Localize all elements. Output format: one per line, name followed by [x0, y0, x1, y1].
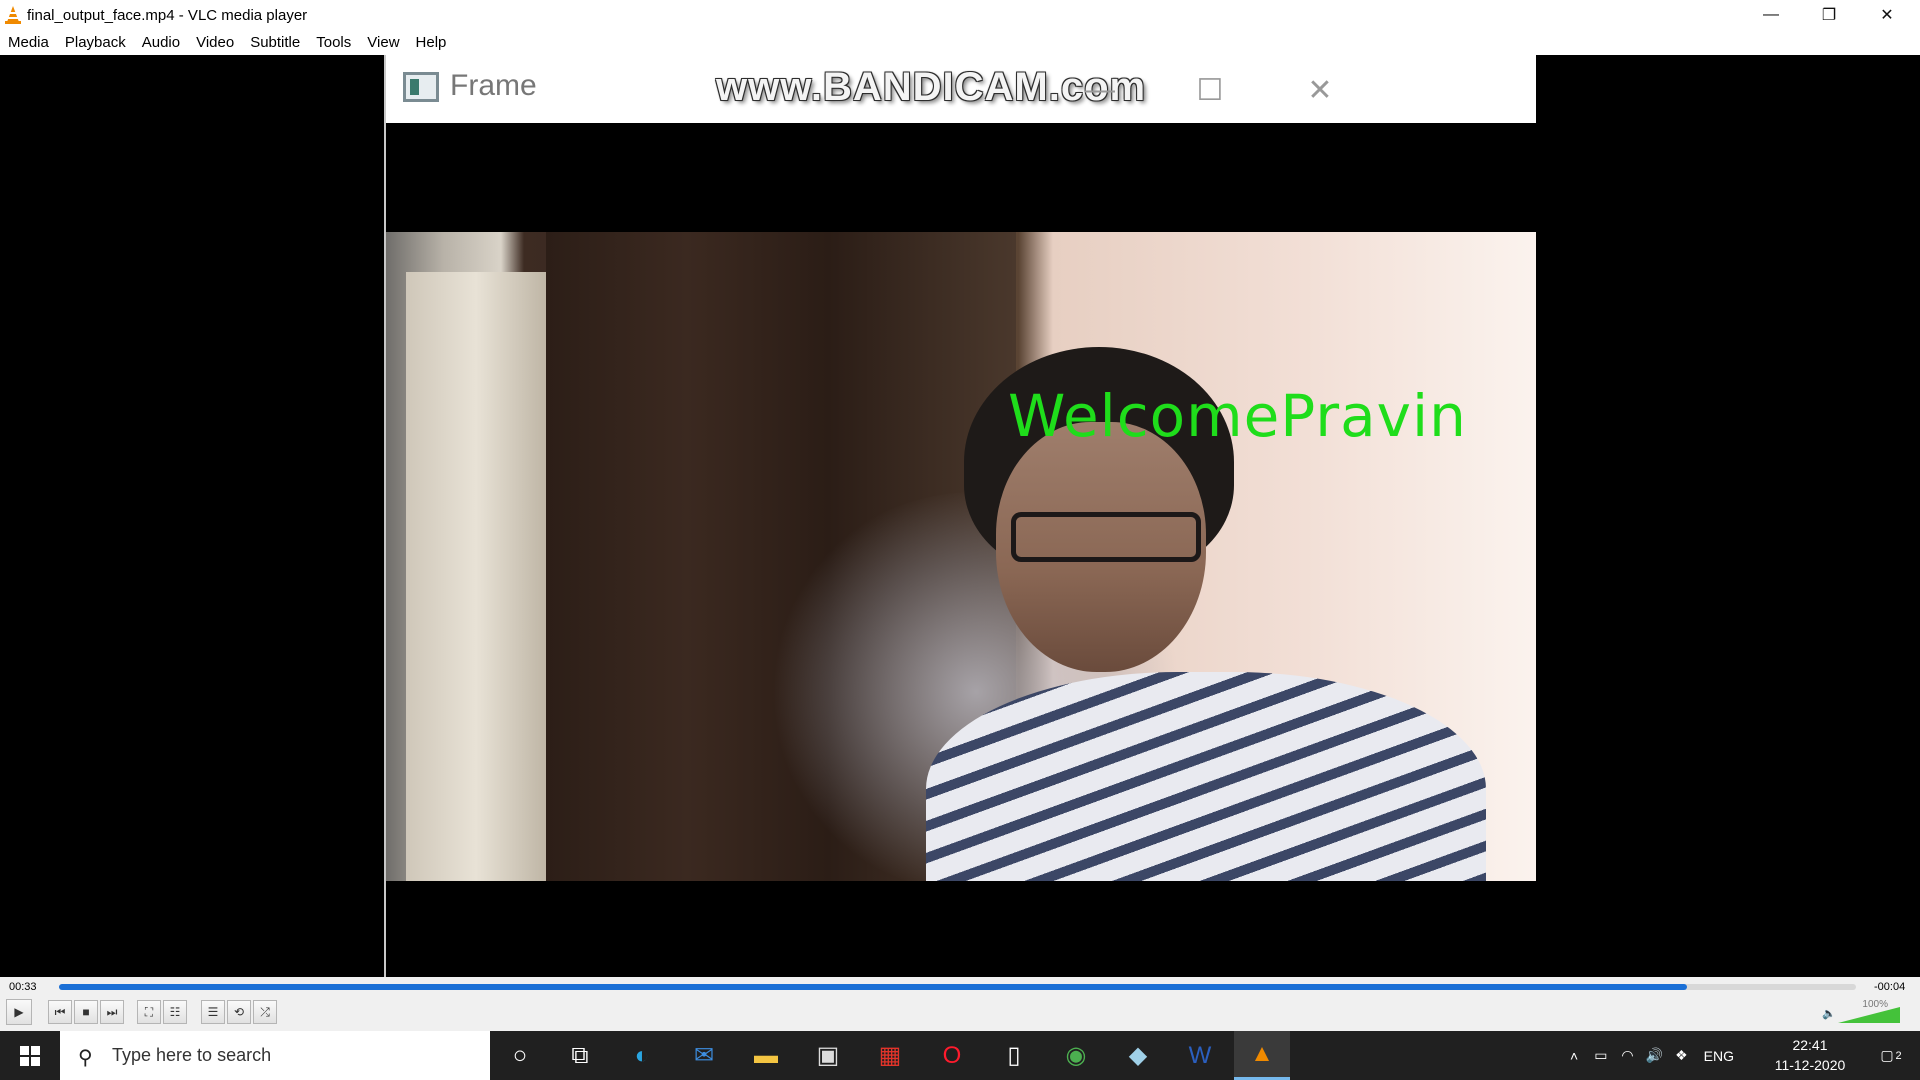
- previous-button[interactable]: ⏮: [48, 1000, 72, 1024]
- loop-button[interactable]: ⟲: [227, 1000, 251, 1024]
- seek-bar[interactable]: [59, 984, 1856, 990]
- frame-close-icon: ✕: [1307, 73, 1333, 107]
- word-icon[interactable]: W: [1172, 1031, 1228, 1080]
- door-frame: [406, 272, 546, 881]
- play-icon: ▶: [14, 1005, 24, 1019]
- fullscreen-icon: ⛶: [144, 1004, 154, 1019]
- elapsed-time: 00:33: [9, 981, 37, 993]
- menu-video[interactable]: Video: [188, 30, 242, 55]
- system-tray: ˄ ▭ ◠ 🔊 ❖ ENG: [1570, 1031, 1734, 1080]
- taskbar-search[interactable]: ⚲ Type here to search: [60, 1031, 490, 1080]
- menu-media[interactable]: Media: [0, 30, 57, 55]
- menu-audio[interactable]: Audio: [134, 30, 188, 55]
- language-indicator[interactable]: ENG: [1704, 1048, 1734, 1064]
- volume-slider[interactable]: 🔈 100%: [1822, 999, 1908, 1025]
- menu-bar: Media Playback Audio Video Subtitle Tool…: [0, 30, 1920, 55]
- playback-controls: 00:33 -00:04 ▶ ⏮ ■ ⏭ ⛶ ☷ ☰ ⟲ ⤮ 🔈 100%: [0, 977, 1920, 1031]
- volume-tray-icon[interactable]: 🔊: [1646, 1047, 1663, 1064]
- close-button[interactable]: ✕: [1858, 0, 1916, 30]
- dropbox-icon[interactable]: ❖: [1675, 1047, 1688, 1064]
- frame-title-bar: Frame www.BANDICAM.com — ☐ ✕: [386, 55, 1536, 123]
- file-explorer-icon[interactable]: ▬: [738, 1031, 794, 1080]
- shuffle-icon: ⤮: [260, 1004, 270, 1019]
- playlist-icon: ☰: [207, 1005, 219, 1019]
- store-icon[interactable]: ▣: [800, 1031, 856, 1080]
- face-recognition-label: WelcomePravin: [1008, 382, 1467, 450]
- loop-icon: ⟲: [233, 1005, 245, 1019]
- wifi-icon[interactable]: ◠: [1621, 1047, 1633, 1064]
- battery-icon[interactable]: ▭: [1594, 1047, 1607, 1064]
- search-placeholder: Type here to search: [112, 1045, 272, 1065]
- notification-icon: ▢: [1880, 1047, 1894, 1063]
- frame-maximize-icon: ☐: [1196, 73, 1224, 107]
- notification-count: 2: [1895, 1049, 1902, 1062]
- playlist-button[interactable]: ☰: [201, 1000, 225, 1024]
- extended-settings-button[interactable]: ☷: [163, 1000, 187, 1024]
- show-hidden-icons-icon[interactable]: ˄: [1570, 1048, 1578, 1064]
- menu-help[interactable]: Help: [408, 30, 455, 55]
- frame-title: Frame: [450, 69, 537, 102]
- cortana-icon[interactable]: ○: [492, 1031, 548, 1080]
- frame-app-icon: [403, 72, 439, 102]
- window-title: final_output_face.mp4 - VLC media player: [27, 6, 308, 24]
- mail-icon[interactable]: ✉: [676, 1031, 732, 1080]
- menu-view[interactable]: View: [359, 30, 407, 55]
- remaining-time: -00:04: [1874, 981, 1906, 993]
- volume-level: [1838, 1007, 1900, 1023]
- webcam-image: WelcomePravin: [386, 232, 1536, 881]
- notepad-icon[interactable]: ▯: [986, 1031, 1042, 1080]
- fullscreen-button[interactable]: ⛶: [137, 1000, 161, 1024]
- prev-icon: ⏮: [54, 1004, 66, 1019]
- extended-settings-icon: ☷: [169, 1005, 181, 1019]
- task-view-icon[interactable]: ⧉: [552, 1031, 608, 1080]
- menu-playback[interactable]: Playback: [57, 30, 134, 55]
- minimize-button[interactable]: —: [1742, 0, 1800, 30]
- stop-icon: ■: [82, 1005, 90, 1019]
- windows-taskbar: ⚲ Type here to search ○ ⧉ ◐ ✉ ▬ ▣ ▦ O ▯ …: [0, 1031, 1920, 1080]
- restore-button[interactable]: ❐: [1800, 0, 1858, 30]
- chrome-icon[interactable]: ◉: [1048, 1031, 1104, 1080]
- vlc-title-bar: final_output_face.mp4 - VLC media player…: [0, 0, 1920, 30]
- frame-minimize-icon: —: [1085, 73, 1115, 106]
- striped-shirt: [926, 672, 1486, 881]
- clock-date: 11-12-2020: [1774, 1057, 1846, 1073]
- notes-icon[interactable]: ◆: [1110, 1031, 1166, 1080]
- start-button[interactable]: [0, 1031, 60, 1080]
- menu-tools[interactable]: Tools: [308, 30, 359, 55]
- gift-icon[interactable]: ▦: [862, 1031, 918, 1080]
- opera-icon[interactable]: O: [924, 1031, 980, 1080]
- next-button[interactable]: ⏭: [100, 1000, 124, 1024]
- edge-icon[interactable]: ◐: [614, 1031, 670, 1080]
- search-icon: ⚲: [78, 1046, 93, 1069]
- seek-progress: [59, 984, 1688, 990]
- play-button[interactable]: ▶: [6, 999, 32, 1025]
- stop-button[interactable]: ■: [74, 1000, 98, 1024]
- menu-subtitle[interactable]: Subtitle: [242, 30, 308, 55]
- vlc-icon[interactable]: ▲: [1234, 1031, 1290, 1080]
- windows-logo-icon: [20, 1045, 40, 1066]
- speaker-icon[interactable]: 🔈: [1822, 1007, 1836, 1020]
- glasses: [1011, 512, 1201, 562]
- clock-time: 22:41: [1792, 1037, 1828, 1053]
- clock[interactable]: 22:41 11-12-2020: [1770, 1035, 1850, 1075]
- recorded-frame-window: Frame www.BANDICAM.com — ☐ ✕ WelcomePrav…: [384, 55, 1536, 977]
- next-icon: ⏭: [106, 1004, 118, 1019]
- vlc-cone-icon: [5, 6, 21, 24]
- shuffle-button[interactable]: ⤮: [253, 1000, 277, 1024]
- notification-center[interactable]: ▢ 2: [1868, 1031, 1914, 1080]
